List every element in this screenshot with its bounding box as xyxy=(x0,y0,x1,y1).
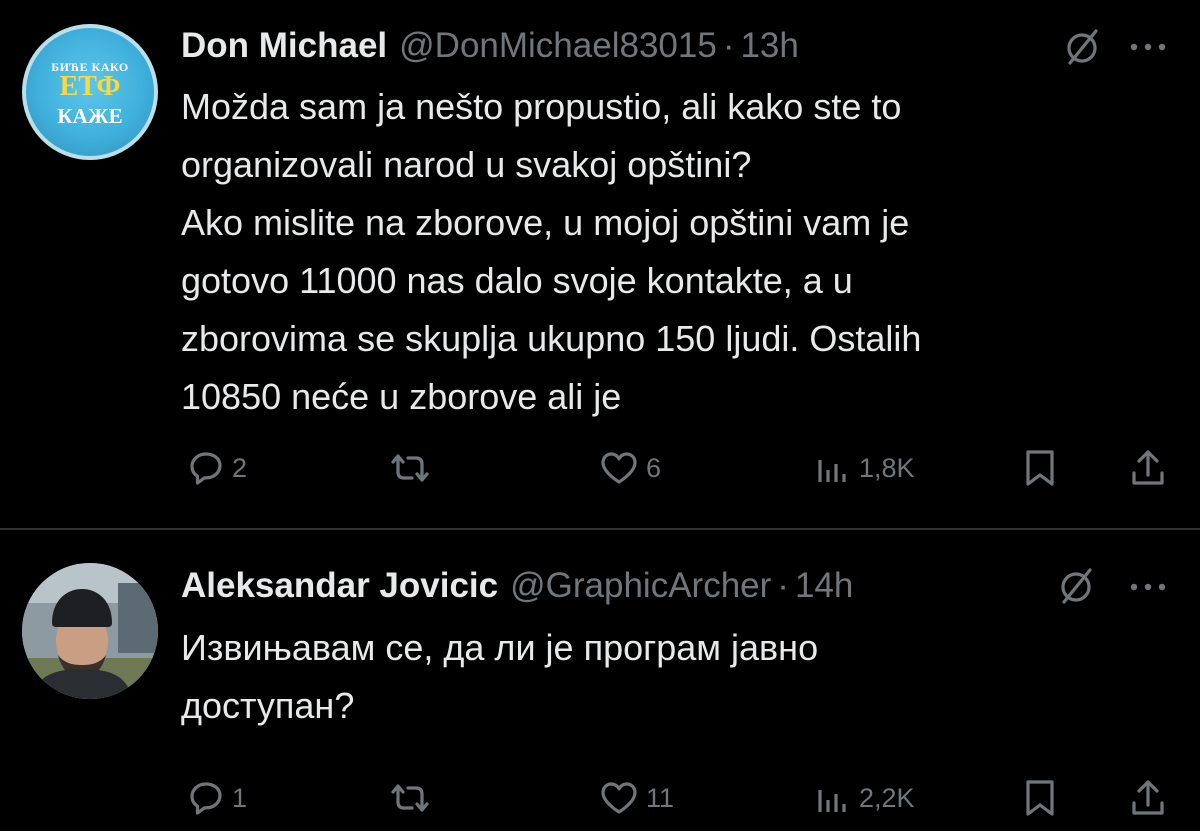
tweet-text-line: Ako mislite na zborove, u mojoj opštini … xyxy=(181,202,910,243)
views-button[interactable]: 1,8K xyxy=(813,446,915,490)
grok-icon[interactable] xyxy=(1062,27,1102,67)
retweet-button[interactable] xyxy=(387,446,439,490)
share-icon xyxy=(1132,450,1164,485)
share-button[interactable] xyxy=(1128,776,1168,820)
tweet-text-line: gotovo 11000 nas dalo svoje kontakte, a … xyxy=(181,260,853,301)
like-icon xyxy=(601,452,637,484)
tweet-text: Извињавам се, да ли је програм јавно дос… xyxy=(181,619,1171,735)
bookmark-icon xyxy=(1026,450,1054,486)
retweet-icon xyxy=(391,784,429,812)
like-button[interactable]: 11 xyxy=(598,776,674,820)
like-count: 6 xyxy=(646,452,662,483)
reply-button[interactable]: 1 xyxy=(186,776,247,820)
reply-count: 1 xyxy=(232,782,248,813)
tweet[interactable]: БИЋЕ КАКО ЕТФ КАЖЕ Don Michael @DonMicha… xyxy=(0,0,1200,528)
share-button[interactable] xyxy=(1128,446,1168,490)
views-icon xyxy=(818,460,846,482)
more-icon[interactable] xyxy=(1129,40,1167,54)
views-count: 2,2K xyxy=(859,782,915,813)
reply-icon xyxy=(190,452,222,485)
separator-dot: · xyxy=(722,26,735,65)
tweet-text-line: organizovali narod u svakoj opštini? xyxy=(181,144,752,185)
views-button[interactable]: 2,2K xyxy=(813,776,915,820)
views-count: 1,8K xyxy=(859,452,915,483)
avatar-logo-text: ЕТФ xyxy=(59,71,121,102)
bookmark-icon xyxy=(1026,780,1054,816)
bookmark-button[interactable] xyxy=(1020,776,1060,820)
reply-icon xyxy=(190,782,222,815)
tweet-text-line: Možda sam ja nešto propustio, ali kako s… xyxy=(181,86,902,127)
more-icon[interactable] xyxy=(1129,580,1167,594)
author-handle[interactable]: @DonMichael83015 xyxy=(399,26,717,66)
tweet-text-line: zborovima se skuplja ukupno 150 ljudi. O… xyxy=(181,318,922,359)
share-icon xyxy=(1132,780,1164,815)
grok-icon[interactable] xyxy=(1056,566,1096,606)
avatar-logo-text: КАЖЕ xyxy=(57,104,123,128)
timestamp[interactable]: 14h xyxy=(795,566,853,606)
reply-count: 2 xyxy=(232,452,248,483)
like-button[interactable]: 6 xyxy=(598,446,661,490)
action-bar: 2 6 1,8K xyxy=(0,446,1200,490)
like-count: 11 xyxy=(646,782,675,813)
retweet-button[interactable] xyxy=(387,776,439,820)
avatar-photo xyxy=(22,563,158,699)
timestamp[interactable]: 13h xyxy=(740,26,798,66)
action-bar: 1 11 2,2K xyxy=(0,776,1200,820)
author-handle[interactable]: @GraphicArcher xyxy=(510,566,771,606)
retweet-icon xyxy=(391,454,429,482)
tweet-text-line: Извињавам се, да ли је програм јавно xyxy=(181,627,819,668)
reply-button[interactable]: 2 xyxy=(186,446,247,490)
separator-dot: · xyxy=(777,566,789,605)
author-name[interactable]: Aleksandar Jovicic xyxy=(181,566,498,606)
author-name[interactable]: Don Michael xyxy=(181,26,387,66)
tweet[interactable]: Aleksandar Jovicic @GraphicArcher · 14h … xyxy=(0,530,1200,831)
like-icon xyxy=(601,782,637,814)
tweet-text-line: доступан? xyxy=(181,685,355,726)
views-icon xyxy=(818,790,846,812)
tweet-header: Aleksandar Jovicic @GraphicArcher · 14h xyxy=(181,563,853,609)
avatar[interactable] xyxy=(22,563,158,699)
tweet-header: Don Michael @DonMichael83015 · 13h xyxy=(181,23,799,69)
avatar[interactable]: БИЋЕ КАКО ЕТФ КАЖЕ xyxy=(22,24,158,160)
bookmark-button[interactable] xyxy=(1020,446,1060,490)
tweet-text-line: 10850 neće u zborove ali je xyxy=(181,376,622,417)
tweet-text: Možda sam ja nešto propustio, ali kako s… xyxy=(181,78,1171,426)
